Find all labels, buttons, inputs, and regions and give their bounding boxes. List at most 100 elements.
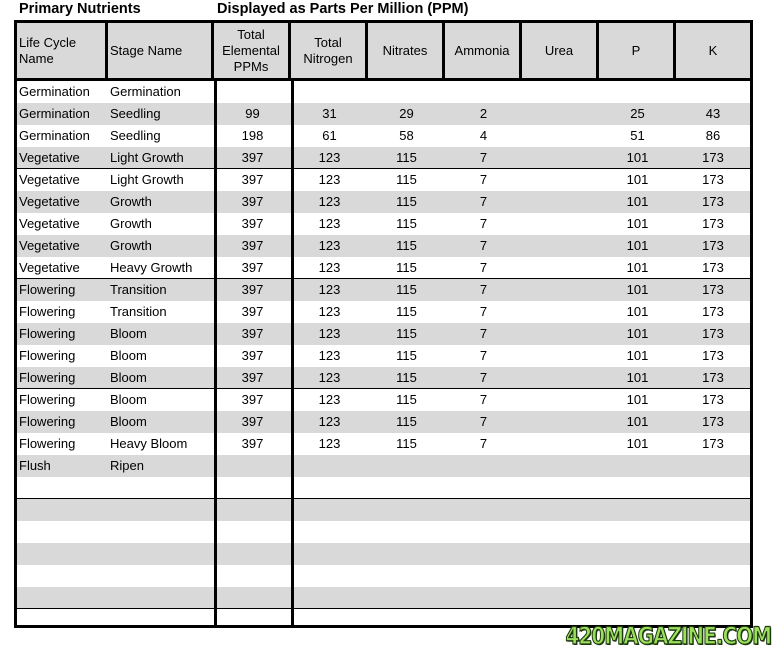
table-cell[interactable]: Flowering xyxy=(17,367,108,388)
table-cell[interactable] xyxy=(676,521,750,543)
table-cell[interactable] xyxy=(676,455,750,477)
table-cell[interactable]: 123 xyxy=(291,169,368,191)
table-cell[interactable]: 115 xyxy=(368,147,445,168)
table-cell[interactable] xyxy=(17,521,108,543)
table-cell[interactable]: Flush xyxy=(17,455,108,477)
table-cell[interactable]: 115 xyxy=(368,345,445,367)
table-cell[interactable] xyxy=(291,455,368,477)
table-cell[interactable] xyxy=(522,213,599,235)
table-cell[interactable]: 7 xyxy=(445,235,522,257)
table-cell[interactable] xyxy=(522,367,599,388)
table-cell[interactable] xyxy=(599,499,676,521)
table-cell[interactable]: 99 xyxy=(214,103,291,125)
table-cell[interactable] xyxy=(368,81,445,103)
table-cell[interactable]: 115 xyxy=(368,279,445,301)
table-cell[interactable]: 101 xyxy=(599,213,676,235)
table-cell[interactable] xyxy=(291,587,368,608)
table-cell[interactable] xyxy=(291,477,368,498)
column-header[interactable]: Life Cycle Name xyxy=(17,23,108,78)
table-cell[interactable] xyxy=(445,499,522,521)
table-cell[interactable]: 51 xyxy=(599,125,676,147)
table-cell[interactable]: 101 xyxy=(599,147,676,168)
table-cell[interactable] xyxy=(214,587,291,608)
table-cell[interactable] xyxy=(17,543,108,565)
table-cell[interactable] xyxy=(522,389,599,411)
table-cell[interactable] xyxy=(368,521,445,543)
table-cell[interactable]: 115 xyxy=(368,389,445,411)
table-cell[interactable]: 397 xyxy=(214,279,291,301)
table-cell[interactable] xyxy=(522,147,599,168)
table-cell[interactable] xyxy=(599,477,676,498)
table-cell[interactable]: 123 xyxy=(291,213,368,235)
table-cell[interactable]: 173 xyxy=(676,411,750,433)
table-cell[interactable]: 101 xyxy=(599,191,676,213)
table-cell[interactable]: 7 xyxy=(445,345,522,367)
table-cell[interactable]: 173 xyxy=(676,257,750,278)
table-cell[interactable] xyxy=(291,499,368,521)
table-cell[interactable]: Bloom xyxy=(108,411,214,433)
table-cell[interactable]: 7 xyxy=(445,191,522,213)
table-cell[interactable] xyxy=(214,543,291,565)
table-cell[interactable]: 173 xyxy=(676,389,750,411)
table-cell[interactable]: 115 xyxy=(368,433,445,455)
table-cell[interactable]: 123 xyxy=(291,345,368,367)
table-cell[interactable]: 198 xyxy=(214,125,291,147)
table-cell[interactable]: 101 xyxy=(599,323,676,345)
table-cell[interactable]: 123 xyxy=(291,301,368,323)
table-cell[interactable] xyxy=(17,587,108,608)
table-cell[interactable] xyxy=(291,609,368,631)
table-cell[interactable] xyxy=(445,477,522,498)
table-cell[interactable]: 123 xyxy=(291,147,368,168)
table-cell[interactable]: 397 xyxy=(214,235,291,257)
table-cell[interactable] xyxy=(522,345,599,367)
table-cell[interactable]: 173 xyxy=(676,345,750,367)
table-cell[interactable] xyxy=(445,521,522,543)
table-cell[interactable]: 7 xyxy=(445,213,522,235)
table-cell[interactable] xyxy=(522,521,599,543)
table-cell[interactable]: Germination xyxy=(108,81,214,103)
table-cell[interactable]: Seedling xyxy=(108,103,214,125)
table-cell[interactable] xyxy=(599,543,676,565)
table-cell[interactable] xyxy=(522,81,599,103)
table-cell[interactable]: 397 xyxy=(214,411,291,433)
table-cell[interactable] xyxy=(214,609,291,631)
table-cell[interactable]: Bloom xyxy=(108,389,214,411)
table-cell[interactable] xyxy=(522,455,599,477)
table-cell[interactable] xyxy=(108,543,214,565)
table-cell[interactable] xyxy=(445,609,522,631)
table-cell[interactable]: 123 xyxy=(291,433,368,455)
table-cell[interactable]: Vegetative xyxy=(17,257,108,278)
table-cell[interactable] xyxy=(108,609,214,631)
table-cell[interactable]: Bloom xyxy=(108,345,214,367)
table-cell[interactable]: 101 xyxy=(599,279,676,301)
table-cell[interactable] xyxy=(291,521,368,543)
table-cell[interactable]: 173 xyxy=(676,301,750,323)
table-cell[interactable] xyxy=(522,125,599,147)
table-cell[interactable]: 115 xyxy=(368,323,445,345)
table-cell[interactable] xyxy=(599,521,676,543)
table-cell[interactable] xyxy=(522,411,599,433)
table-cell[interactable]: 173 xyxy=(676,169,750,191)
table-cell[interactable]: 25 xyxy=(599,103,676,125)
table-cell[interactable]: 173 xyxy=(676,433,750,455)
table-cell[interactable] xyxy=(522,257,599,278)
table-cell[interactable] xyxy=(676,543,750,565)
table-cell[interactable]: 7 xyxy=(445,169,522,191)
table-cell[interactable]: Vegetative xyxy=(17,235,108,257)
table-cell[interactable] xyxy=(599,455,676,477)
table-cell[interactable] xyxy=(676,499,750,521)
table-cell[interactable] xyxy=(368,543,445,565)
table-cell[interactable] xyxy=(17,609,108,631)
table-cell[interactable] xyxy=(522,565,599,587)
table-cell[interactable]: 173 xyxy=(676,191,750,213)
table-cell[interactable]: 7 xyxy=(445,279,522,301)
column-header[interactable]: Total Elemental PPMs xyxy=(214,23,291,78)
table-cell[interactable]: 397 xyxy=(214,389,291,411)
table-cell[interactable]: 397 xyxy=(214,323,291,345)
table-cell[interactable]: Flowering xyxy=(17,389,108,411)
column-header[interactable]: Ammonia xyxy=(445,23,522,78)
table-cell[interactable]: 7 xyxy=(445,433,522,455)
table-cell[interactable]: 101 xyxy=(599,345,676,367)
table-cell[interactable]: 86 xyxy=(676,125,750,147)
table-cell[interactable] xyxy=(599,565,676,587)
